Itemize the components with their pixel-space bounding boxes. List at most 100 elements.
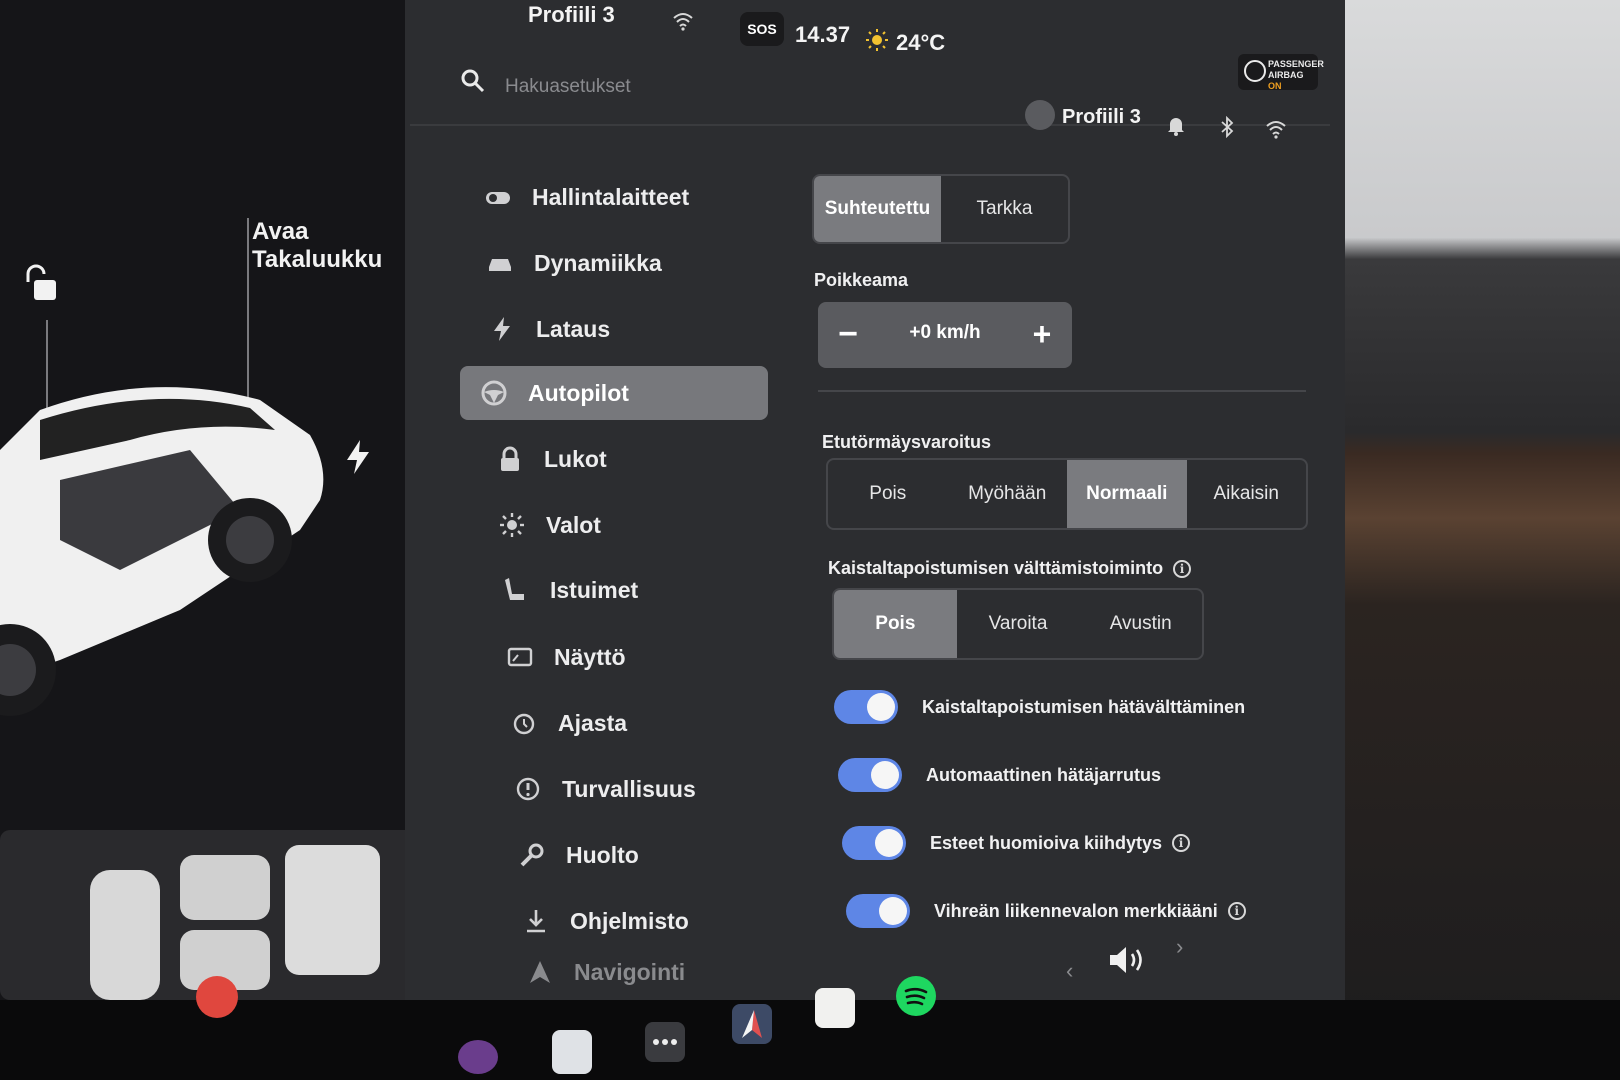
airbag-icon [1244, 60, 1266, 82]
more-icon[interactable] [645, 1022, 685, 1062]
camera-icon[interactable] [458, 1040, 498, 1074]
trunk-label-line1: Avaa [252, 218, 309, 245]
lock-icon [496, 445, 524, 473]
notes-icon[interactable] [815, 988, 855, 1028]
toggle-row-automatic-emergency-braking: Automaattinen hätäjarrutus [838, 758, 1161, 792]
navigation-app-icon[interactable] [732, 1004, 772, 1044]
green-light-chime-toggle[interactable] [846, 894, 910, 928]
seat-icon [502, 576, 530, 604]
toggle-label: Esteet huomioiva kiihdytys [930, 832, 1163, 853]
segment-fcw-early[interactable]: Aikaisin [1187, 460, 1307, 528]
display-icon [506, 643, 534, 671]
sidebar-item-label: Hallintalaitteet [532, 183, 690, 210]
toggle-label: Kaistaltapoistumisen hätävälttäminen [922, 696, 1246, 717]
sidebar-item-label: Ohjelmisto [570, 907, 689, 934]
offset-value: +0 km/h [909, 322, 981, 343]
offset-label: Poikkeama [814, 270, 909, 290]
sidebar-item-label: Lataus [536, 315, 611, 342]
sidebar-item-locks[interactable]: Lukot [480, 432, 780, 486]
sidebar-item-safety[interactable]: Turvallisuus [498, 762, 798, 816]
automatic-emergency-braking-toggle[interactable] [838, 758, 902, 792]
sidebar-item-display[interactable]: Näyttö [490, 630, 790, 684]
toggle-knob [879, 897, 907, 925]
sidebar-item-dynamics[interactable]: Dynamiikka [470, 236, 770, 290]
lane-departure-label: Kaistaltapoistumisen välttämistoiminto [828, 558, 1164, 578]
sos-button[interactable]: SOS [740, 12, 784, 46]
segment-fcw-normal[interactable]: Normaali [1067, 460, 1187, 528]
toggle-knob [875, 829, 903, 857]
obstacle-aware-acceleration-toggle[interactable] [842, 826, 906, 860]
lane-departure-selector: Pois Varoita Avustin [832, 588, 1204, 660]
sidebar-item-charging[interactable]: Lataus [472, 302, 772, 356]
sidebar-item-autopilot[interactable]: Autopilot [460, 366, 768, 420]
info-card-icon[interactable] [552, 1030, 592, 1074]
status-profile-name[interactable]: Profiili 3 [528, 2, 615, 28]
offset-decrease-button[interactable]: − [830, 317, 866, 353]
profile-avatar-icon[interactable] [1025, 100, 1055, 130]
segment-fcw-late[interactable]: Myöhään [948, 460, 1068, 528]
offset-increase-button[interactable]: + [1024, 317, 1060, 353]
chevron-right-icon[interactable]: › [1176, 934, 1183, 960]
toggle-label: Automaattinen hätäjarrutus [926, 764, 1162, 785]
weather-sun-icon [866, 29, 888, 51]
airbag-state: ON [1268, 81, 1282, 91]
bell-icon[interactable] [1165, 114, 1187, 136]
segment-relative[interactable]: Suhteutettu [814, 176, 941, 242]
chevron-left-icon[interactable]: ‹ [1066, 958, 1073, 984]
airbag-line1: PASSENGER [1268, 59, 1324, 69]
outside-temperature: 24°C [896, 30, 946, 55]
sidebar-item-label: Dynamiikka [534, 249, 662, 276]
toggle-knob [867, 693, 895, 721]
unlock-icon[interactable] [18, 262, 62, 306]
segment-lda-off[interactable]: Pois [834, 590, 957, 658]
download-icon [522, 907, 550, 935]
speed-limit-mode-selector: Suhteutettu Tarkka [812, 174, 1070, 244]
sidebar-item-label: Näyttö [554, 643, 626, 670]
info-icon[interactable]: i [1172, 834, 1191, 852]
sidebar-item-label: Valot [546, 511, 601, 538]
sidebar-item-schedule[interactable]: Ajasta [494, 696, 794, 750]
toggle-icon [484, 183, 512, 211]
search-input[interactable] [505, 70, 905, 104]
seat-layout-image [90, 845, 380, 1000]
sun-icon [498, 511, 526, 539]
sidebar-item-controls[interactable]: Hallintalaitteet [468, 170, 768, 224]
sidebar-item-seats[interactable]: Istuimet [486, 563, 786, 617]
seatbelt-warning-icon [196, 976, 238, 1018]
sidebar-item-label: Turvallisuus [562, 775, 696, 802]
sidebar-item-service[interactable]: Huolto [502, 828, 802, 882]
volume-icon[interactable] [1108, 944, 1148, 976]
offset-stepper: − +0 km/h + [818, 302, 1072, 368]
open-trunk-button[interactable]: Avaa Takaluukku [252, 218, 382, 274]
segment-lda-warn[interactable]: Varoita [957, 590, 1080, 658]
bluetooth-icon[interactable] [1216, 115, 1238, 139]
car-icon [486, 249, 514, 277]
spotify-icon[interactable] [896, 976, 936, 1016]
navigation-icon [526, 958, 554, 986]
header-profile-name[interactable]: Profiili 3 [1062, 106, 1141, 129]
toggle-row-obstacle-aware-acceleration: Esteet huomioiva kiihdytys i [842, 826, 1191, 860]
sidebar-item-software[interactable]: Ohjelmisto [506, 894, 806, 948]
sidebar-item-label: Huolto [566, 841, 639, 868]
info-icon[interactable]: i [1173, 559, 1192, 578]
seat-occupancy-panel [0, 830, 430, 1000]
steering-wheel-icon [480, 379, 508, 407]
segment-lda-assist[interactable]: Avustin [1079, 590, 1202, 658]
search-icon[interactable] [460, 68, 486, 94]
emergency-lane-departure-toggle[interactable] [834, 690, 898, 724]
segment-fcw-off[interactable]: Pois [828, 460, 948, 528]
wrench-icon [518, 841, 546, 869]
airbag-line2: AIRBAG [1268, 70, 1304, 80]
sidebar-item-lights[interactable]: Valot [482, 498, 782, 552]
trunk-callout-line [247, 218, 249, 403]
cabin-background [1345, 0, 1620, 1080]
clock: 14.37 [795, 22, 851, 47]
charge-port-bolt-icon[interactable] [345, 440, 371, 474]
bolt-icon [488, 315, 516, 343]
sidebar-item-label: Lukot [544, 445, 607, 472]
segment-exact[interactable]: Tarkka [941, 176, 1068, 242]
sidebar-item-navigation[interactable]: Navigointi [510, 950, 810, 994]
info-icon[interactable]: i [1227, 902, 1246, 920]
toggle-knob [871, 761, 899, 789]
header-wifi-icon[interactable] [1265, 118, 1287, 140]
